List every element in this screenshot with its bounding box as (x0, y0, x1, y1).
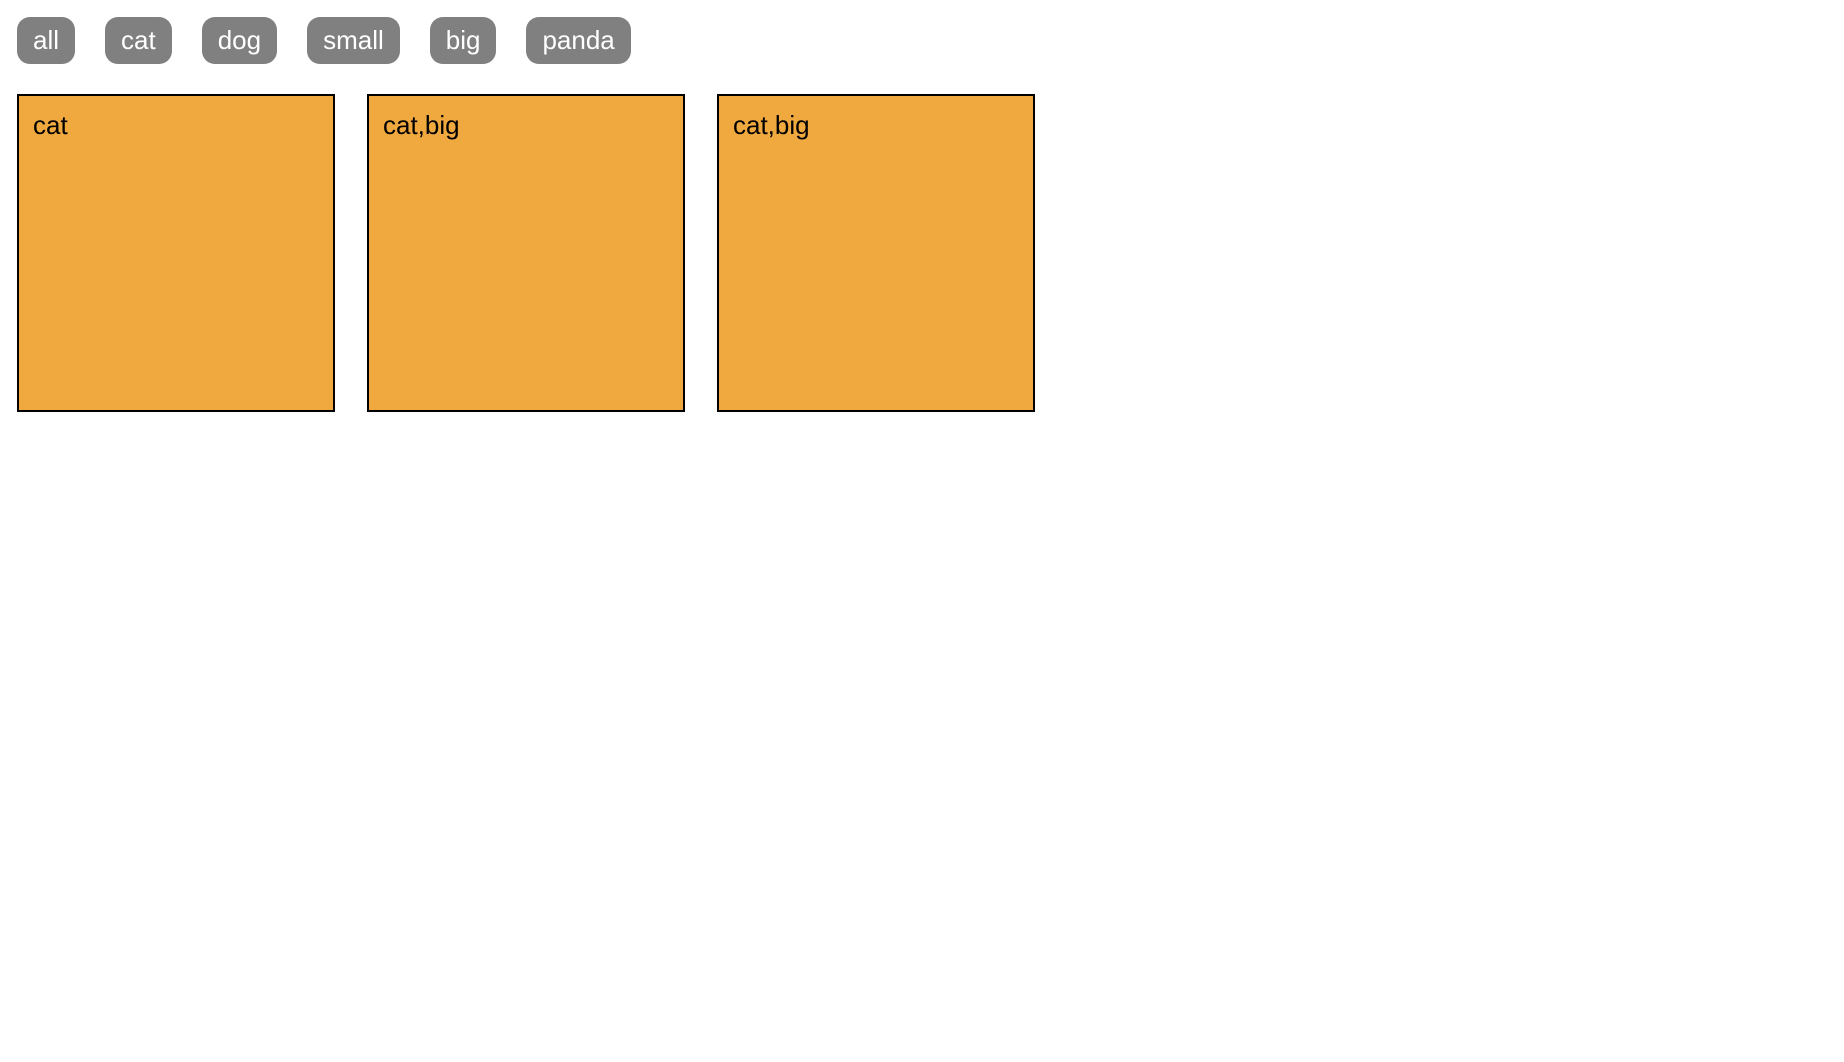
card-label: cat (33, 110, 319, 141)
filter-row: all cat dog small big panda (17, 17, 1827, 64)
card-item: cat,big (367, 94, 685, 412)
filter-button-small[interactable]: small (307, 17, 400, 64)
card-item: cat (17, 94, 335, 412)
filter-button-big[interactable]: big (430, 17, 497, 64)
card-row: cat cat,big cat,big (17, 94, 1827, 412)
filter-button-cat[interactable]: cat (105, 17, 172, 64)
card-label: cat,big (383, 110, 669, 141)
card-label: cat,big (733, 110, 1019, 141)
card-item: cat,big (717, 94, 1035, 412)
filter-button-panda[interactable]: panda (526, 17, 630, 64)
filter-button-dog[interactable]: dog (202, 17, 277, 64)
filter-button-all[interactable]: all (17, 17, 75, 64)
